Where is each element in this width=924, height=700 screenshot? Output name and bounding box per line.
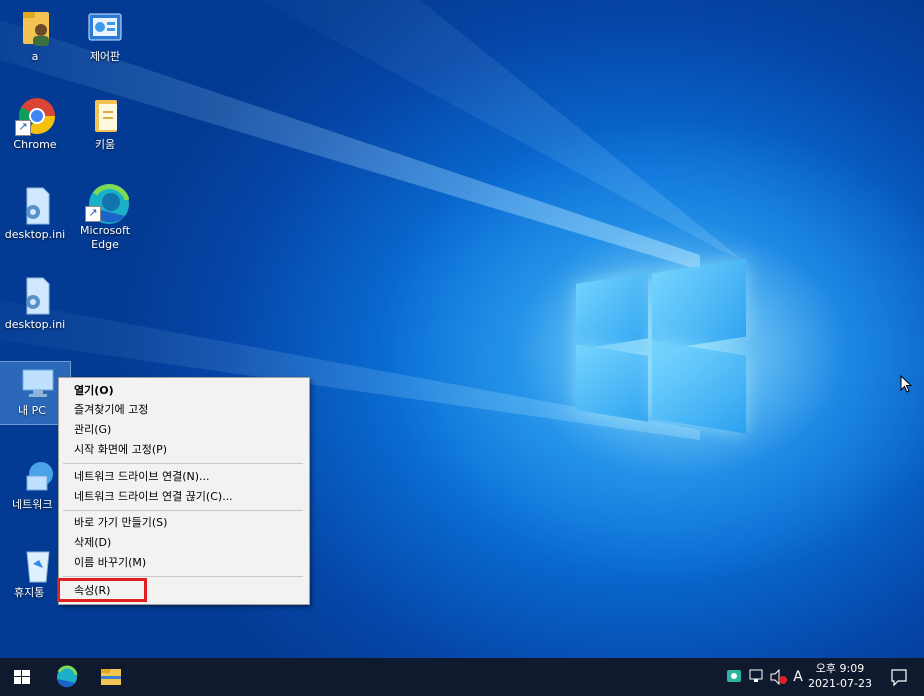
desktop-icon-label: Chrome	[13, 138, 57, 151]
clock-time: 오후 9:09	[815, 662, 865, 675]
desktop-icon-desktop-ini-2[interactable]: desktop.ini	[0, 276, 70, 332]
network-icon	[15, 456, 55, 496]
settings-file-icon	[15, 276, 55, 316]
menu-item-pin-quick-access[interactable]: 즐겨찾기에 고정	[59, 400, 309, 419]
notification-center-button[interactable]	[884, 658, 914, 696]
start-icon	[14, 670, 30, 684]
mouse-pointer-icon	[900, 374, 913, 397]
desktop-icon-label: desktop.ini	[4, 318, 66, 331]
desktop-icon-label: 키움	[94, 138, 116, 151]
desktop-background: a 제어판 ↗ Chrome 키움 desktop.ini ↗ Microsof…	[0, 0, 924, 658]
menu-item-create-shortcut[interactable]: 바로 가기 만들기(S)	[59, 513, 309, 532]
desktop-icon-edge[interactable]: ↗ Microsoft Edge	[70, 182, 140, 252]
menu-item-rename[interactable]: 이름 바꾸기(M)	[59, 553, 309, 572]
this-pc-icon	[15, 362, 55, 402]
file-explorer-icon	[101, 669, 121, 685]
edge-icon: ↗	[85, 182, 130, 224]
menu-item-manage[interactable]: 관리(G)	[59, 420, 309, 439]
taskbar: A 오후 9:09 2021-07-23	[0, 658, 924, 696]
windows-logo-wallpaper	[576, 258, 746, 434]
desktop-icon-kiwoom-folder[interactable]: 키움	[70, 96, 140, 152]
control-panel-icon	[85, 8, 125, 48]
desktop-icon-label: a	[31, 50, 39, 63]
desktop-icon-label: desktop.ini	[4, 228, 66, 241]
chrome-icon: ↗	[15, 96, 56, 136]
recycle-bin-icon	[15, 544, 55, 584]
desktop-icon-label: 제어판	[89, 50, 121, 63]
properties-highlight-box	[57, 578, 147, 602]
desktop-icon-user-folder[interactable]: a	[0, 8, 70, 64]
user-folder-icon	[15, 8, 55, 48]
menu-item-delete[interactable]: 삭제(D)	[59, 533, 309, 552]
desktop-icon-chrome[interactable]: ↗ Chrome	[0, 96, 70, 152]
shortcut-arrow-icon: ↗	[15, 120, 31, 136]
start-button[interactable]	[0, 658, 46, 696]
menu-separator	[63, 510, 303, 511]
tray-app-icon[interactable]	[724, 658, 744, 696]
network-status-icon[interactable]	[746, 658, 766, 696]
input-method-indicator[interactable]: A	[790, 658, 806, 696]
edge-icon	[57, 665, 78, 688]
desktop-icon-desktop-ini-1[interactable]: desktop.ini	[0, 186, 70, 242]
taskbar-edge-button[interactable]	[44, 658, 90, 696]
menu-separator	[63, 463, 303, 464]
volume-muted-icon[interactable]	[768, 658, 788, 696]
context-menu: 열기(O) 즐겨찾기에 고정 관리(G) 시작 화면에 고정(P) 네트워크 드…	[58, 377, 310, 605]
desktop-icon-control-panel[interactable]: 제어판	[70, 8, 140, 64]
menu-item-map-network-drive[interactable]: 네트워크 드라이브 연결(N)...	[59, 467, 309, 486]
taskbar-file-explorer-button[interactable]	[88, 658, 134, 696]
menu-item-disconnect-network-drive[interactable]: 네트워크 드라이브 연결 끊기(C)...	[59, 487, 309, 506]
menu-item-pin-start[interactable]: 시작 화면에 고정(P)	[59, 440, 309, 459]
menu-item-open[interactable]: 열기(O)	[59, 381, 309, 400]
clock-date: 2021-07-23	[808, 677, 872, 690]
notification-icon	[891, 669, 907, 687]
clock[interactable]: 오후 9:09 2021-07-23	[808, 658, 872, 696]
desktop-icon-label: Microsoft Edge	[79, 224, 131, 251]
shortcut-arrow-icon: ↗	[85, 206, 101, 222]
folder-icon	[85, 96, 125, 136]
menu-separator	[63, 576, 303, 577]
settings-file-icon	[15, 186, 55, 226]
